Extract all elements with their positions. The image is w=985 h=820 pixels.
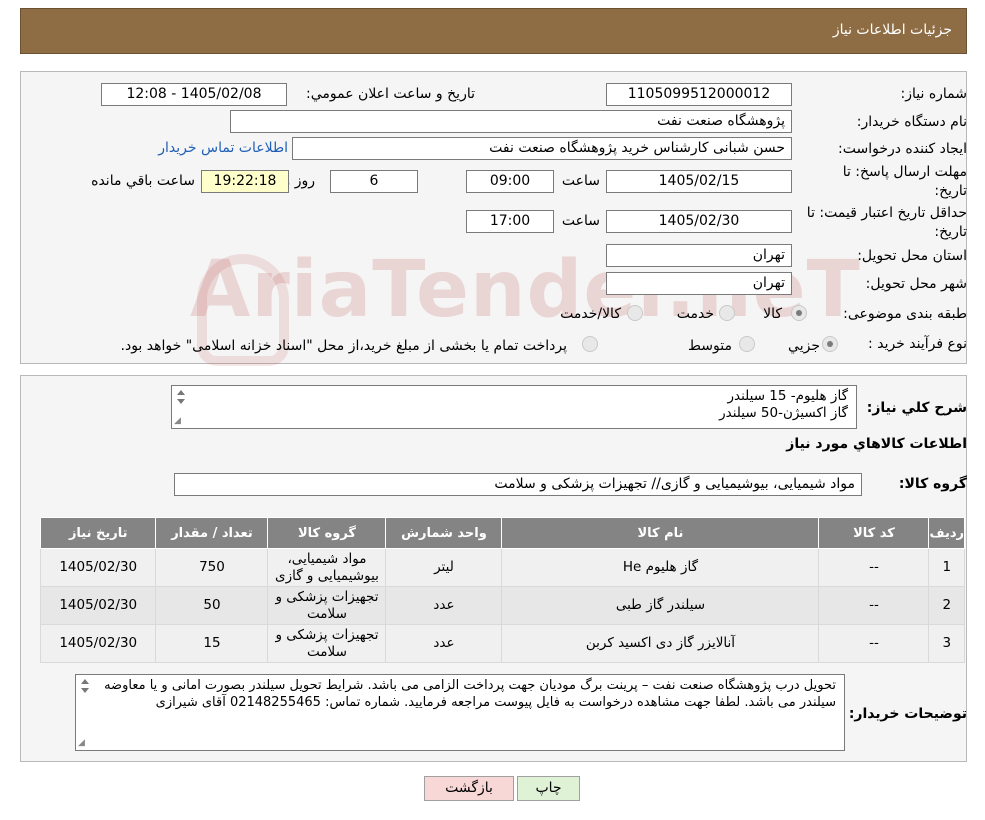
- cell-row-number: 3: [928, 624, 965, 663]
- table-row: 1 -- گاز هلیوم He ليتر مواد شیمیایی، بیو…: [39, 548, 965, 587]
- buyer-contact-link[interactable]: اطلاعات تماس خریدار: [158, 140, 288, 156]
- creator-field: حسن شبانی کارشناس خرید پژوهشگاه صنعت نفت: [292, 137, 792, 160]
- city-label: شهر محل تحويل:: [865, 276, 967, 292]
- cell-goods-name: سیلندر گاز طبی: [501, 586, 820, 625]
- goods-info-title: اطلاعات كالاهاي مورد نياز: [786, 436, 967, 452]
- cell-need-date: 1405/02/30: [39, 586, 157, 625]
- deadline-date-field: 1405/02/15: [606, 170, 792, 193]
- announce-datetime-field: 1405/02/08 - 12:08: [101, 83, 287, 106]
- validity-date-field: 1405/02/30: [606, 210, 792, 233]
- announce-label: تاريخ و ساعت اعلان عمومي:: [306, 86, 475, 102]
- scroll-up-icon: [81, 679, 89, 684]
- cell-unit: عدد: [385, 624, 503, 663]
- need-number-field: 1105099512000012: [606, 83, 792, 106]
- category-option-goods-service: كالا/خدمت: [560, 306, 621, 322]
- province-label: استان محل تحويل:: [857, 248, 967, 264]
- cell-goods-group: تجهیزات پزشکی و سلامت: [267, 586, 387, 625]
- cell-goods-group: تجهیزات پزشکی و سلامت: [267, 624, 387, 663]
- table-row: 3 -- آنالایزر گاز دی اکسید کربن عدد تجهی…: [39, 624, 965, 663]
- goods-table: رديف كد كالا نام كالا واحد شمارش گروه كا…: [39, 517, 965, 663]
- cell-goods-name: گاز هلیوم He: [501, 548, 820, 587]
- goods-group-field: مواد شیمیایی، بیوشیمیایی و گازی// تجهیزا…: [174, 473, 862, 496]
- cell-goods-code: --: [818, 586, 930, 625]
- page-header: جزئیات اطلاعات نیاز: [20, 8, 967, 54]
- deadline-label-date: تاريخ:: [934, 183, 967, 199]
- page-title: جزئیات اطلاعات نیاز: [832, 22, 952, 38]
- cell-unit: عدد: [385, 586, 503, 625]
- process-radio-minor[interactable]: [822, 336, 838, 352]
- cell-goods-code: --: [818, 624, 930, 663]
- cell-quantity: 50: [155, 586, 269, 625]
- cell-goods-name: آنالایزر گاز دی اکسید کربن: [501, 624, 820, 663]
- cell-quantity: 750: [155, 548, 269, 587]
- col-quantity: تعداد / مقدار: [155, 517, 269, 549]
- city-field: تهران: [606, 272, 792, 295]
- category-option-goods: كالا: [763, 306, 782, 322]
- summary-textarea[interactable]: گاز هلیوم- 15 سیلندر گاز اکسیژن-50 سیلند…: [171, 385, 857, 429]
- cell-quantity: 15: [155, 624, 269, 663]
- cell-row-number: 2: [928, 586, 965, 625]
- col-goods-group: گروه كالا: [267, 517, 387, 549]
- notes-textarea[interactable]: تحویل درب پژوهشگاه صنعت نفت – پرینت برگ …: [75, 674, 845, 751]
- resize-grip-icon[interactable]: ◢: [174, 416, 181, 426]
- category-option-service: خدمت: [676, 306, 714, 322]
- resize-grip-icon[interactable]: ◢: [78, 738, 85, 748]
- deadline-time-label: ساعت: [561, 173, 600, 189]
- process-option-minor: جزيي: [788, 338, 820, 354]
- goods-group-label: گروه كالا:: [898, 476, 967, 492]
- scroll-down-icon: [81, 688, 89, 693]
- print-button[interactable]: چاپ: [517, 776, 580, 801]
- col-unit: واحد شمارش: [385, 517, 503, 549]
- col-need-date: تاريخ نياز: [39, 517, 157, 549]
- validity-time-label: ساعت: [561, 213, 600, 229]
- buyer-org-label: نام دستگاه خريدار:: [856, 114, 967, 130]
- cell-goods-group: مواد شیمیایی، بیوشیمیایی و گازی: [267, 548, 387, 587]
- province-field: تهران: [606, 244, 792, 267]
- cell-goods-code: --: [818, 548, 930, 587]
- process-label: نوع فرآيند خريد :: [868, 336, 967, 352]
- category-radio-goods-service[interactable]: [627, 305, 643, 321]
- table-header-row: رديف كد كالا نام كالا واحد شمارش گروه كا…: [39, 517, 965, 549]
- creator-label: ايجاد كننده درخواست:: [838, 141, 967, 157]
- category-label: طبقه بندی موضوعی:: [843, 306, 967, 322]
- validity-label-date: تاريخ:: [934, 224, 967, 240]
- buyer-org-field: پژوهشگاه صنعت نفت: [230, 110, 792, 133]
- payment-note: پرداخت تمام يا بخشی از مبلغ خريد،از محل …: [120, 338, 567, 354]
- col-goods-name: نام كالا: [501, 517, 820, 549]
- col-row-number: رديف: [928, 517, 965, 549]
- back-button[interactable]: بازگشت: [424, 776, 514, 801]
- need-number-label: شماره نیاز:: [900, 86, 968, 102]
- summary-label: شرح كلي نياز:: [866, 400, 967, 416]
- notes-text: تحویل درب پژوهشگاه صنعت نفت – پرینت برگ …: [104, 678, 836, 710]
- process-radio-medium[interactable]: [739, 336, 755, 352]
- scroll-down-icon: [177, 399, 185, 404]
- table-row: 2 -- سیلندر گاز طبی عدد تجهیزات پزشکی و …: [39, 586, 965, 625]
- summary-text: گاز هلیوم- 15 سیلندر گاز اکسیژن-50 سیلند…: [719, 388, 848, 421]
- validity-time-field: 17:00: [466, 210, 554, 233]
- remaining-label: ساعت باقي مانده: [91, 173, 195, 189]
- col-goods-code: كد كالا: [818, 517, 930, 549]
- cell-unit: ليتر: [385, 548, 503, 587]
- scroll-up-icon: [177, 390, 185, 395]
- process-option-medium: متوسط: [688, 338, 732, 354]
- category-radio-goods[interactable]: [791, 305, 807, 321]
- deadline-time-field: 09:00: [466, 170, 554, 193]
- cell-need-date: 1405/02/30: [39, 624, 157, 663]
- remaining-days-field: 6: [330, 170, 418, 193]
- remaining-time-field: 19:22:18: [201, 170, 289, 193]
- payment-checkbox[interactable]: [582, 336, 598, 352]
- cell-need-date: 1405/02/30: [39, 548, 157, 587]
- notes-label: توضيحات خريدار:: [848, 706, 967, 722]
- validity-label: حداقل تاريخ اعتبار قيمت: تا: [806, 205, 967, 221]
- category-radio-service[interactable]: [719, 305, 735, 321]
- cell-row-number: 1: [928, 548, 965, 587]
- deadline-label: مهلت ارسال پاسخ: تا: [842, 164, 967, 180]
